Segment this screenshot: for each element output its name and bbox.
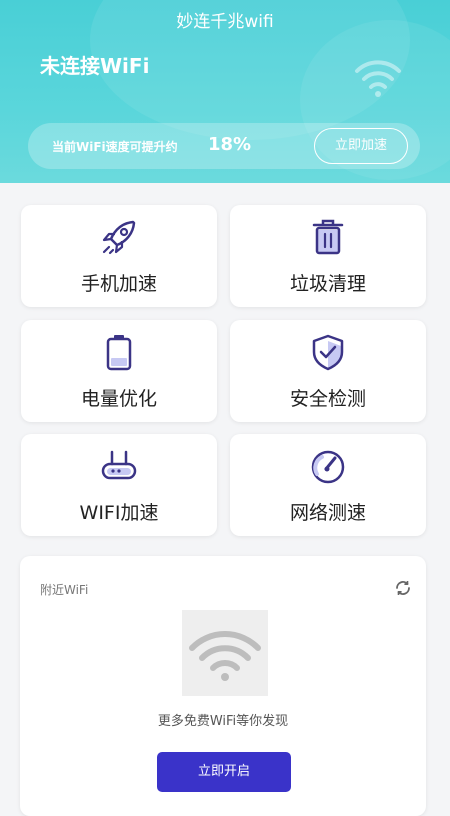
shield-check-icon	[312, 334, 344, 371]
feature-label: 电量优化	[80, 388, 157, 410]
feature-junk-clean[interactable]: 垃圾清理	[230, 205, 426, 307]
feature-label: 手机加速	[80, 273, 157, 295]
feature-label: 垃圾清理	[289, 273, 366, 295]
wifi-icon	[189, 631, 261, 681]
feature-security-check[interactable]: 安全检测	[230, 320, 426, 422]
feature-network-speedtest[interactable]: 网络测速	[230, 434, 426, 536]
boost-now-button[interactable]: 立即加速	[314, 128, 408, 164]
enable-now-button[interactable]: 立即开启	[157, 752, 291, 792]
trash-icon	[312, 219, 344, 255]
router-icon	[101, 450, 137, 480]
speedometer-icon	[311, 450, 345, 484]
wifi-icon	[355, 60, 401, 97]
wifi-placeholder-image	[182, 610, 268, 696]
speed-percent: 18%	[208, 134, 252, 155]
battery-icon	[106, 335, 132, 371]
nearby-wifi-title: 附近WiFi	[40, 583, 89, 597]
feature-label: 网络测速	[289, 502, 366, 524]
app-title: 妙连千兆wifi	[176, 12, 274, 32]
speed-text: 当前WiFi速度可提升约	[52, 140, 178, 154]
nearby-wifi-hint: 更多免费WiFi等你发现	[157, 714, 289, 729]
feature-label: WIFI加速	[79, 502, 159, 524]
feature-label: 安全检测	[289, 388, 366, 410]
refresh-icon[interactable]	[394, 579, 412, 597]
feature-phone-boost[interactable]: 手机加速	[21, 205, 217, 307]
feature-battery-optimize[interactable]: 电量优化	[21, 320, 217, 422]
rocket-icon	[102, 220, 136, 255]
header-banner: 妙连千兆wifi 未连接WiFi 当前WiFi速度可提升约 18% 立即加速	[0, 0, 450, 183]
connection-status: 未连接WiFi	[40, 54, 150, 78]
nearby-wifi-card: 附近WiFi 更多免费WiFi等你发现 立即开启	[20, 556, 426, 816]
feature-wifi-boost[interactable]: WIFI加速	[21, 434, 217, 536]
speed-boost-bar: 当前WiFi速度可提升约 18% 立即加速	[28, 123, 420, 169]
